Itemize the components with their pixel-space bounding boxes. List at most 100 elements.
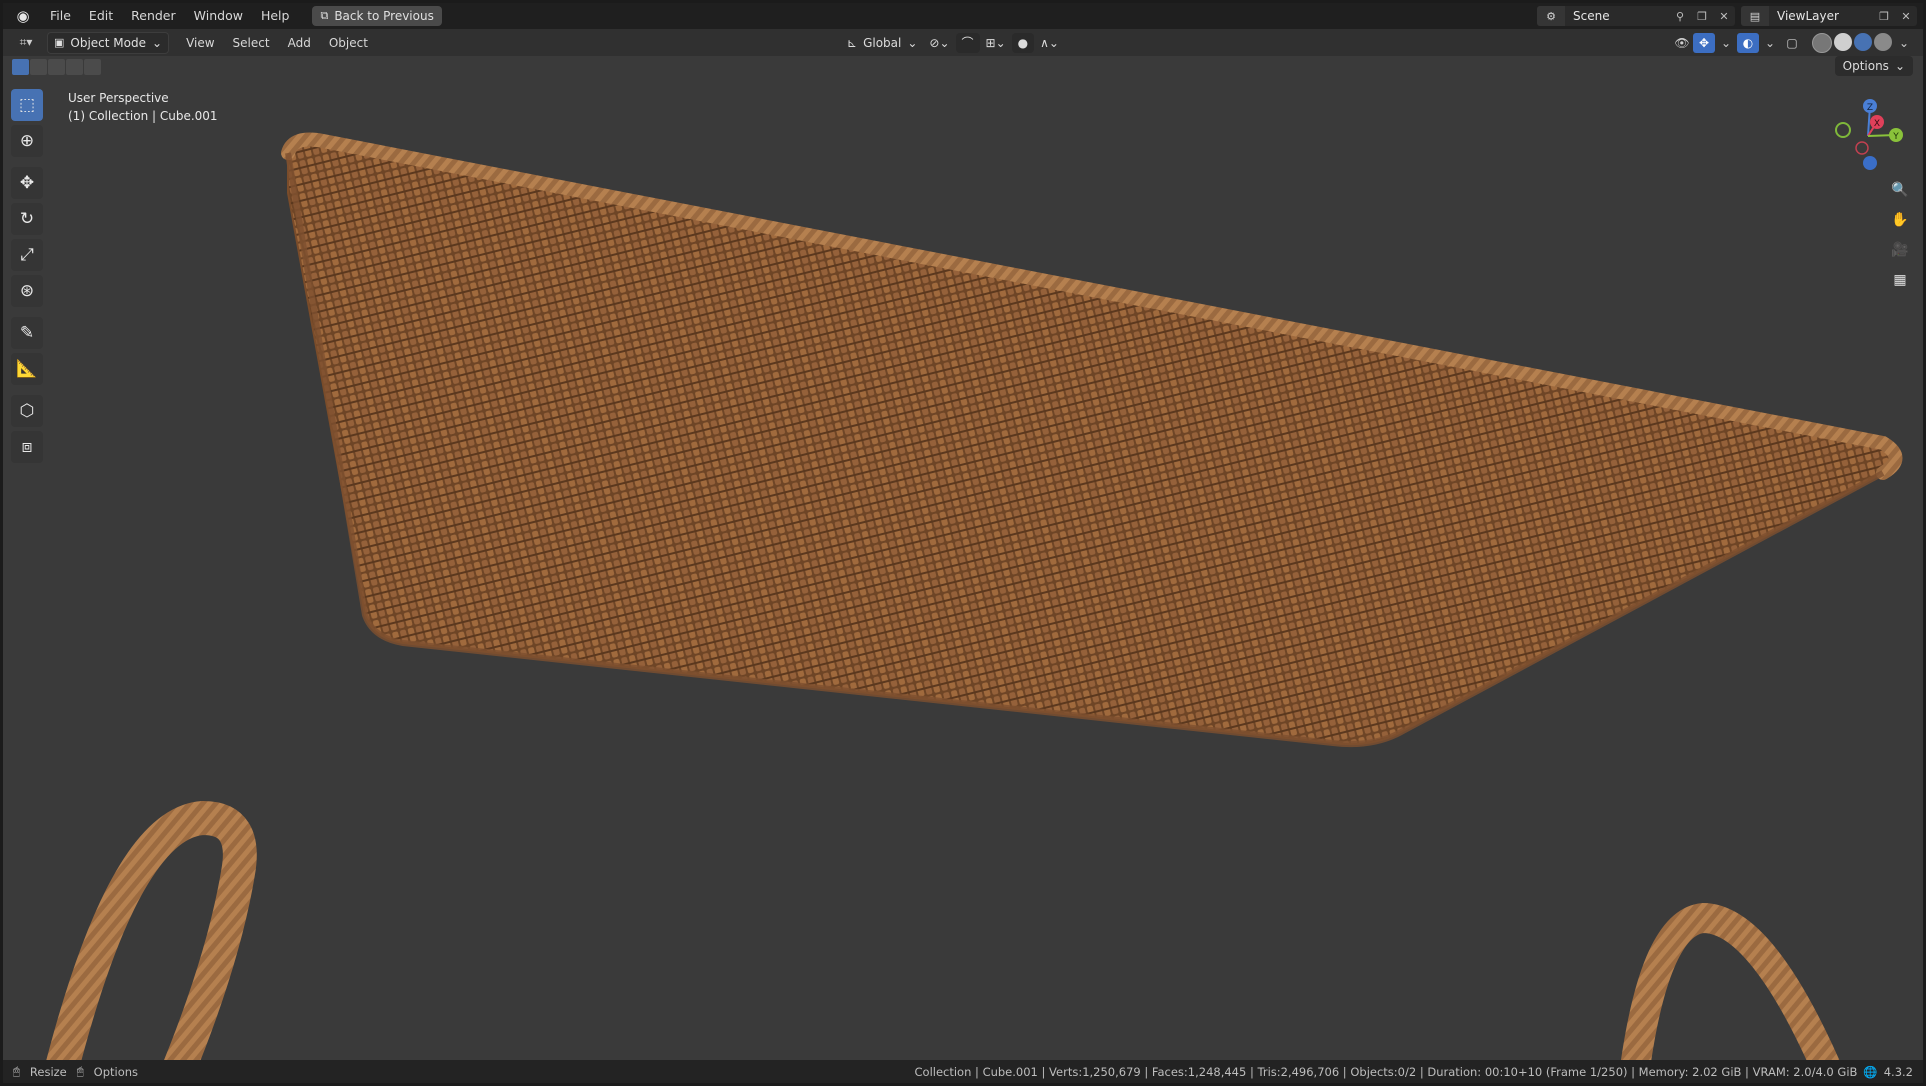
camera-view-icon[interactable]: 🎥	[1887, 237, 1913, 263]
collection-info: (1) Collection | Cube.001	[68, 109, 218, 123]
basket-handle-left	[41, 800, 257, 1083]
scene-statistics: Collection | Cube.001 | Verts:1,250,679 …	[915, 1060, 1914, 1083]
wireframe-shading-icon[interactable]	[1812, 32, 1832, 53]
blender-window: ◉ File Edit Render Window Help ⧉ Back to…	[3, 3, 1923, 1083]
options-label: Options	[1842, 59, 1889, 73]
menu-object[interactable]: Object	[320, 36, 377, 50]
gizmo-x-label: X	[1874, 119, 1880, 129]
pin-icon[interactable]: ⚲	[1669, 6, 1691, 26]
select-new-icon[interactable]	[12, 59, 29, 75]
status-bar: 🖱 Resize 🖱 Options Collection | Cube.001…	[3, 1060, 1923, 1083]
orientation-icon: ⊾	[847, 35, 858, 50]
viewport-header: ⌗▾ ▣ Object Mode ⌄ View Select Add Objec…	[3, 29, 1923, 56]
menu-file[interactable]: File	[41, 3, 80, 29]
status-hints: 🖱 Resize 🖱 Options	[3, 1064, 148, 1079]
navigation-gizmo[interactable]: Z X Y	[1828, 96, 1908, 176]
resize-hint: Resize	[29, 1064, 67, 1079]
falloff-dropdown[interactable]: ∧⌄	[1034, 33, 1065, 53]
ortho-grid-icon[interactable]: ▦	[1887, 267, 1913, 293]
back-to-previous-label: Back to Previous	[334, 9, 434, 23]
snap-target-dropdown[interactable]: ⊞⌄	[980, 33, 1012, 53]
gizmo-neg-z[interactable]	[1863, 156, 1877, 170]
scene-name[interactable]: Scene	[1565, 9, 1669, 23]
shading-modes	[1811, 32, 1893, 53]
basket-handle-right	[1618, 902, 1847, 1083]
add-cube-icon[interactable]: ⬡	[11, 395, 43, 427]
solid-shading-icon[interactable]	[1834, 32, 1852, 51]
basket-base	[287, 138, 1897, 746]
gizmo-z-label: Z	[1867, 103, 1873, 113]
transform-tools: ⊾ Global ⌄ ⊘⌄ ⌒ ⊞⌄ ● ∧⌄	[841, 29, 1065, 56]
select-intersect-icon[interactable]	[84, 59, 101, 75]
mode-dropdown[interactable]: ▣ Object Mode ⌄	[47, 31, 170, 54]
perspective-label: User Perspective	[68, 91, 169, 105]
orientation-label: Global	[863, 35, 902, 50]
zoom-icon[interactable]: 🔍	[1887, 177, 1913, 203]
menu-view[interactable]: View	[177, 36, 223, 50]
version-label: 4.3.2	[1883, 1064, 1913, 1079]
chevron-down-icon: ⌄	[1894, 59, 1905, 73]
pan-hand-icon[interactable]: ✋	[1887, 207, 1913, 233]
options-hint: Options	[93, 1064, 139, 1079]
chevron-down-icon: ⌄	[907, 35, 918, 50]
delete-view-layer-icon[interactable]: ✕	[1895, 6, 1917, 26]
rotate-icon[interactable]: ↻	[11, 203, 43, 235]
xray-toggle-icon[interactable]: ▢	[1781, 33, 1803, 53]
cursor-icon[interactable]: ⊕	[11, 125, 43, 157]
gizmo-neg-y[interactable]	[1835, 122, 1851, 138]
snap-toggle[interactable]: ⌒	[955, 32, 980, 53]
annotate-icon[interactable]: ✎	[11, 317, 43, 349]
orientation-dropdown[interactable]: ⊾ Global ⌄	[841, 33, 923, 53]
select-extend-icon[interactable]	[30, 59, 47, 75]
scene-icon[interactable]: ⚙	[1537, 6, 1565, 26]
chevron-down-icon[interactable]: ⌄	[1715, 33, 1737, 53]
menu-render[interactable]: Render	[122, 3, 185, 29]
back-to-previous-button[interactable]: ⧉ Back to Previous	[312, 6, 442, 26]
rendered-shading-icon[interactable]	[1874, 32, 1892, 51]
scale-icon[interactable]: ⤢	[11, 239, 43, 271]
measure-icon[interactable]: 📐	[11, 353, 43, 385]
chevron-down-icon[interactable]: ⌄	[1893, 33, 1915, 53]
blender-logo-icon[interactable]: ◉	[13, 6, 33, 26]
selection-modes	[12, 59, 102, 75]
select-invert-icon[interactable]	[66, 59, 83, 75]
move-icon[interactable]: ✥	[11, 167, 43, 199]
scene-selector[interactable]: ⚙ Scene ⚲ ❐ ✕	[1537, 6, 1735, 26]
gizmo-neg-x[interactable]	[1855, 141, 1869, 155]
new-scene-icon[interactable]: ❐	[1691, 6, 1713, 26]
menu-select[interactable]: Select	[224, 36, 279, 50]
tool-shelf: ⬚ ⊕ ✥ ↻ ⤢ ⊛ ✎ 📐 ⬡ ⧈	[11, 89, 45, 467]
new-view-layer-icon[interactable]: ❐	[1873, 6, 1895, 26]
editor-type-icon[interactable]: ⌗▾	[11, 33, 41, 53]
menu-help[interactable]: Help	[252, 3, 299, 29]
menu-edit[interactable]: Edit	[80, 3, 122, 29]
options-dropdown[interactable]: Options ⌄	[1834, 56, 1913, 76]
delete-scene-icon[interactable]: ✕	[1713, 6, 1735, 26]
view-layer-name[interactable]: ViewLayer	[1769, 9, 1873, 23]
proportional-editing-toggle[interactable]: ●	[1011, 32, 1035, 53]
gizmo-y-label: Y	[1892, 132, 1899, 142]
chevron-down-icon[interactable]: ⌄	[1759, 33, 1781, 53]
select-box-icon[interactable]: ⬚	[11, 89, 43, 121]
material-preview-shading-icon[interactable]	[1854, 32, 1872, 51]
viewport-display-tools: 👁 ✥ ⌄ ◐ ⌄ ▢ ⌄	[1671, 29, 1915, 56]
menu-add[interactable]: Add	[279, 36, 320, 50]
stats-text: Collection | Cube.001 | Verts:1,250,679 …	[914, 1064, 1858, 1079]
gizmo-toggle-icon[interactable]: ✥	[1693, 32, 1715, 53]
view-layer-icon[interactable]: ▤	[1741, 6, 1769, 26]
transform-icon[interactable]: ⊛	[11, 275, 43, 307]
pivot-point-dropdown[interactable]: ⊘⌄	[923, 33, 955, 53]
view-layer-selector[interactable]: ▤ ViewLayer ❐ ✕	[1741, 6, 1917, 26]
chevron-down-icon: ⌄	[152, 35, 163, 50]
mouse-icon: 🖱	[13, 1064, 20, 1078]
extrude-icon[interactable]: ⧈	[11, 431, 43, 463]
viewport-scene[interactable]	[3, 3, 1923, 1083]
select-subtract-icon[interactable]	[48, 59, 65, 75]
mouse-icon: 🖱	[76, 1064, 84, 1078]
globe-icon: 🌐	[1863, 1064, 1878, 1079]
object-mode-icon: ▣	[54, 36, 65, 49]
menu-window[interactable]: Window	[185, 3, 252, 29]
viewport-subheader: Options ⌄	[3, 56, 1923, 78]
overlays-toggle-icon[interactable]: ◐	[1737, 32, 1759, 53]
visibility-icon[interactable]: 👁	[1671, 33, 1693, 53]
